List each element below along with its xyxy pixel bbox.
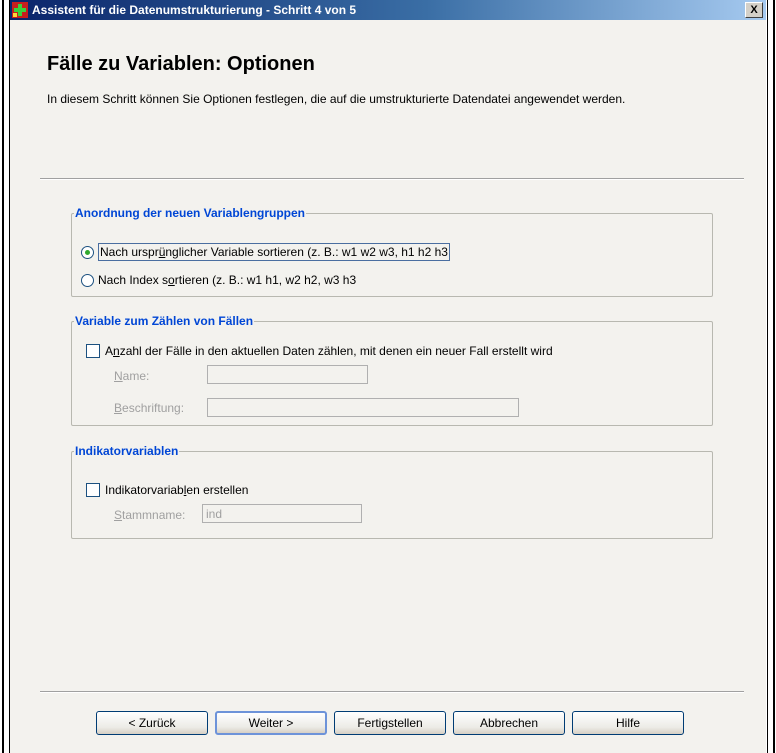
group-case-count-legend: Variable zum Zählen von Fällen [74, 314, 255, 328]
name-field[interactable] [207, 365, 368, 384]
right-frame [767, 0, 775, 753]
page-title: Fälle zu Variablen: Optionen [47, 53, 315, 75]
label-label: Beschriftung: [114, 401, 185, 415]
checkbox[interactable] [86, 344, 100, 358]
radio-sort-by-variable-label: Nach ursprünglicher Variable sortieren (… [98, 243, 450, 261]
stem-name-field[interactable]: ind [202, 504, 362, 523]
radio-sort-by-index-label: Nach Index sortieren (z. B.: w1 h1, w2 h… [98, 273, 357, 287]
radio-button[interactable] [81, 273, 94, 287]
radio-sort-by-index[interactable]: Nach Index sortieren (z. B.: w1 h1, w2 h… [81, 273, 356, 287]
title-bar: Assistent für die Datenumstrukturierung … [10, 0, 766, 20]
wizard-window: Assistent für die Datenumstrukturierung … [10, 0, 766, 753]
finish-button[interactable]: Fertigstellen [334, 711, 446, 735]
group-case-count: Variable zum Zählen von Fällen Anzahl de… [71, 314, 713, 426]
group-variable-order-legend: Anordnung der neuen Variablengruppen [74, 206, 307, 220]
checkbox-count-cases-label: Anzahl der Fälle in den aktuellen Daten … [105, 344, 553, 358]
window-title: Assistent für die Datenumstrukturierung … [32, 3, 357, 17]
label-field[interactable] [207, 398, 519, 417]
group-indicator: Indikatorvariablen Indikatorvariablen er… [71, 444, 713, 539]
next-button[interactable]: Weiter > [215, 711, 327, 735]
cancel-button[interactable]: Abbrechen [453, 711, 565, 735]
checkbox-create-indicators-label: Indikatorvariablen erstellen [105, 483, 249, 497]
checkbox-count-cases[interactable]: Anzahl der Fälle in den aktuellen Daten … [86, 344, 553, 358]
left-frame [2, 0, 10, 753]
help-button[interactable]: Hilfe [572, 711, 684, 735]
bottom-separator [40, 691, 744, 693]
page-description: In diesem Schritt können Sie Optionen fe… [47, 92, 626, 106]
group-indicator-legend: Indikatorvariablen [74, 444, 180, 458]
checkbox-create-indicators[interactable]: Indikatorvariablen erstellen [86, 483, 248, 497]
radio-dot [85, 249, 90, 255]
name-label: Name: [114, 369, 150, 383]
radio-button-selected[interactable] [81, 245, 94, 259]
back-button[interactable]: < Zurück [96, 711, 208, 735]
radio-sort-by-variable[interactable]: Nach ursprünglicher Variable sortieren (… [81, 243, 450, 261]
top-separator [40, 178, 744, 180]
close-button[interactable]: X [745, 2, 763, 18]
group-variable-order: Anordnung der neuen Variablengruppen Nac… [71, 206, 713, 297]
app-icon [12, 2, 28, 18]
stem-name-label: Stammname: [114, 508, 186, 522]
checkbox[interactable] [86, 483, 100, 497]
